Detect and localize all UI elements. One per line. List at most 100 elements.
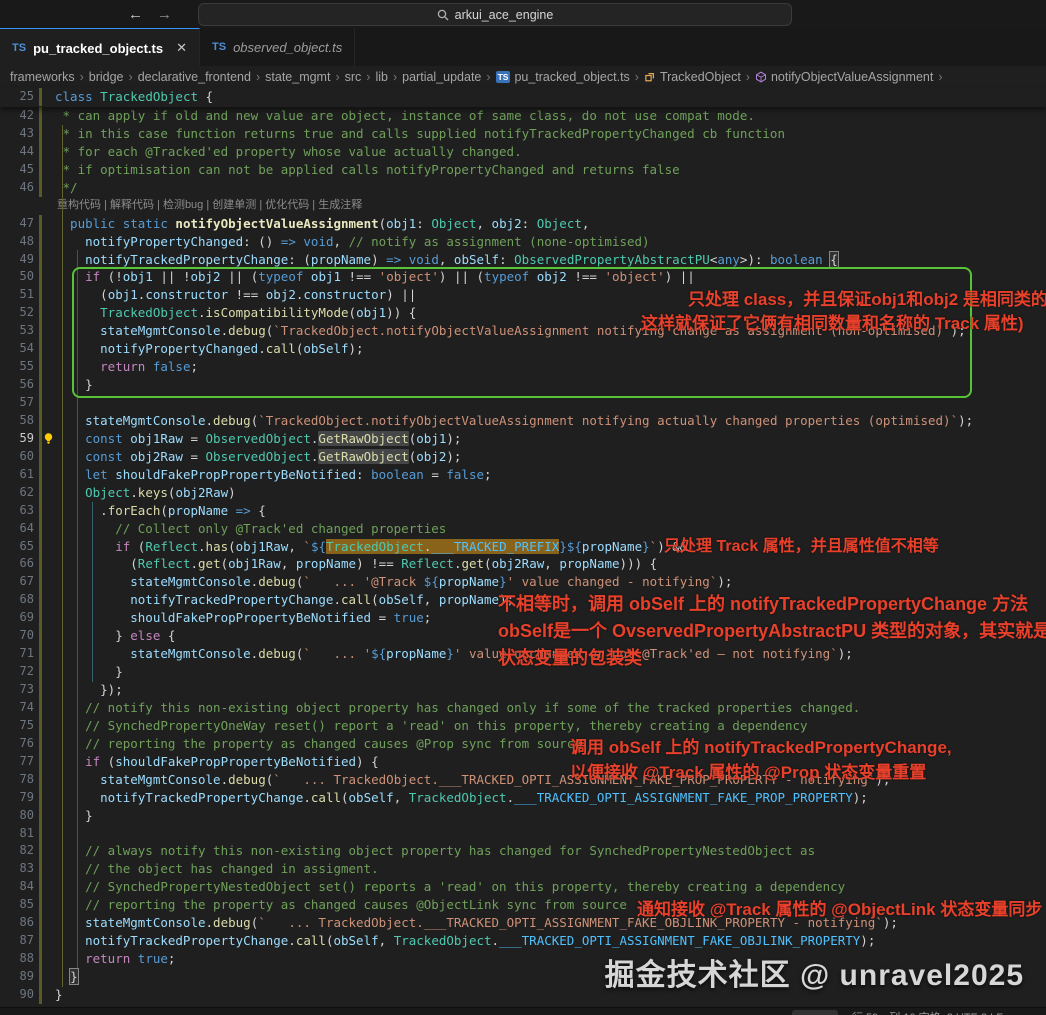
code-line[interactable]: 81 bbox=[0, 824, 1046, 843]
code-line[interactable]: 83 // the object has changed in assigmen… bbox=[0, 860, 1046, 879]
line-number[interactable]: 55 bbox=[0, 358, 34, 376]
line-number[interactable]: 81 bbox=[0, 825, 34, 843]
code-line[interactable]: 58 stateMgmtConsole.debug(`TrackedObject… bbox=[0, 411, 1046, 430]
code-line[interactable]: 80 } bbox=[0, 806, 1046, 825]
code-line[interactable]: 84 // SynchedPropertyNestedObject set() … bbox=[0, 878, 1046, 897]
line-number[interactable]: 67 bbox=[0, 573, 34, 591]
line-number[interactable]: 44 bbox=[0, 143, 34, 161]
breadcrumb-item[interactable]: src bbox=[345, 70, 362, 84]
code-line[interactable]: 48 notifyPropertyChanged: () => void, //… bbox=[0, 232, 1046, 251]
line-number[interactable]: 85 bbox=[0, 896, 34, 914]
code-line[interactable]: 63 .forEach(propName => { bbox=[0, 501, 1046, 520]
line-number[interactable]: 49 bbox=[0, 251, 34, 269]
codelens-actions[interactable]: 重构代码 | 解释代码 | 检测bug | 创建单测 | 优化代码 | 生成注释 bbox=[57, 197, 362, 215]
line-number[interactable]: 51 bbox=[0, 286, 34, 304]
line-number[interactable]: 87 bbox=[0, 932, 34, 950]
sticky-scroll-line[interactable]: 25 class TrackedObject { bbox=[0, 88, 1046, 107]
breadcrumb-item[interactable]: bridge bbox=[89, 70, 124, 84]
breadcrumb-item[interactable]: lib bbox=[375, 70, 388, 84]
line-number[interactable]: 66 bbox=[0, 555, 34, 573]
line-number[interactable]: 60 bbox=[0, 448, 34, 466]
close-tab-icon[interactable]: ✕ bbox=[176, 40, 187, 56]
line-number[interactable]: 89 bbox=[0, 968, 34, 986]
code-line[interactable]: 66 (Reflect.get(obj1Raw, propName) !== R… bbox=[0, 555, 1046, 574]
line-number[interactable]: 88 bbox=[0, 950, 34, 968]
tab-pu-tracked-object[interactable]: TS pu_tracked_object.ts ✕ bbox=[0, 28, 201, 67]
line-number[interactable]: 71 bbox=[0, 645, 34, 663]
code-line[interactable]: 44 * for each @Tracked'ed property whose… bbox=[0, 142, 1046, 161]
command-center-search[interactable]: arkui_ace_engine bbox=[198, 3, 792, 26]
status-bar: 行 59，列 10 空格: 2 UTF-8 LF bbox=[0, 1007, 1046, 1015]
line-number[interactable]: 57 bbox=[0, 394, 34, 412]
line-number[interactable]: 53 bbox=[0, 322, 34, 340]
code-line[interactable]: 60 const obj2Raw = ObservedObject.GetRaw… bbox=[0, 447, 1046, 466]
line-number[interactable]: 42 bbox=[0, 107, 34, 125]
line-number[interactable]: 56 bbox=[0, 376, 34, 394]
code-line[interactable]: 82 // always notify this non-existing ob… bbox=[0, 842, 1046, 861]
tab-observed-object[interactable]: TS observed_object.ts bbox=[200, 28, 356, 66]
breadcrumb-item[interactable]: partial_update bbox=[402, 70, 481, 84]
code-line[interactable]: 73 }); bbox=[0, 681, 1046, 699]
breadcrumb-file[interactable]: pu_tracked_object.ts bbox=[514, 70, 629, 84]
code-line[interactable]: 46 */ bbox=[0, 178, 1046, 197]
line-number[interactable]: 76 bbox=[0, 735, 34, 753]
line-number[interactable]: 73 bbox=[0, 681, 34, 699]
line-number[interactable]: 43 bbox=[0, 125, 34, 143]
code-line[interactable]: 42 * can apply if old and new value are … bbox=[0, 107, 1046, 125]
line-number[interactable]: 82 bbox=[0, 842, 34, 860]
line-number[interactable]: 77 bbox=[0, 753, 34, 771]
line-number[interactable]: 70 bbox=[0, 627, 34, 645]
git-modified-bar bbox=[39, 178, 42, 197]
line-number[interactable]: 64 bbox=[0, 520, 34, 538]
git-modified-bar bbox=[39, 716, 42, 735]
line-number[interactable]: 45 bbox=[0, 161, 34, 179]
line-number[interactable]: 74 bbox=[0, 699, 34, 717]
code-line[interactable]: 74 // notify this non-existing object pr… bbox=[0, 698, 1046, 717]
breadcrumb-class[interactable]: TrackedObject bbox=[660, 70, 741, 84]
back-arrow-icon[interactable]: ← bbox=[128, 6, 143, 23]
breadcrumb-item[interactable]: declarative_frontend bbox=[138, 70, 251, 84]
code-line[interactable]: 67 stateMgmtConsole.debug(` ... '@Track … bbox=[0, 573, 1046, 592]
breadcrumb-item[interactable]: state_mgmt bbox=[265, 70, 330, 84]
line-number[interactable]: 47 bbox=[0, 215, 34, 233]
line-number[interactable]: 65 bbox=[0, 538, 34, 556]
line-number[interactable]: 90 bbox=[0, 986, 34, 1004]
line-number[interactable]: 62 bbox=[0, 484, 34, 502]
line-number[interactable]: 72 bbox=[0, 663, 34, 681]
line-number[interactable]: 58 bbox=[0, 412, 34, 430]
line-number[interactable]: 61 bbox=[0, 466, 34, 484]
code-line[interactable]: 64 // Collect only @Track'ed changed pro… bbox=[0, 519, 1046, 538]
line-number[interactable]: 52 bbox=[0, 304, 34, 322]
code-line[interactable]: 43 * in this case function returns true … bbox=[0, 124, 1046, 143]
line-number[interactable]: 78 bbox=[0, 771, 34, 789]
code-line[interactable]: 49 notifyTrackedPropertyChange: (propNam… bbox=[0, 250, 1046, 269]
forward-arrow-icon[interactable]: → bbox=[157, 6, 172, 23]
code-text: stateMgmtConsole.debug(`TrackedObject.no… bbox=[55, 412, 974, 428]
line-number[interactable]: 54 bbox=[0, 340, 34, 358]
line-number[interactable]: 63 bbox=[0, 502, 34, 520]
line-number[interactable]: 80 bbox=[0, 807, 34, 825]
code-line[interactable]: 79 notifyTrackedPropertyChange.call(obSe… bbox=[0, 788, 1046, 807]
line-number[interactable]: 84 bbox=[0, 878, 34, 896]
code-line[interactable]: 87 notifyTrackedPropertyChange.call(obSe… bbox=[0, 932, 1046, 951]
line-number[interactable]: 83 bbox=[0, 860, 34, 878]
line-number[interactable]: 50 bbox=[0, 268, 34, 286]
breadcrumb-item[interactable]: frameworks bbox=[10, 70, 75, 84]
line-number[interactable]: 59 bbox=[0, 430, 34, 448]
line-number[interactable]: 69 bbox=[0, 609, 34, 627]
line-number[interactable]: 79 bbox=[0, 789, 34, 807]
tab-label: observed_object.ts bbox=[233, 39, 343, 55]
line-number[interactable]: 86 bbox=[0, 914, 34, 932]
line-number[interactable]: 75 bbox=[0, 717, 34, 735]
code-line[interactable]: 62 Object.keys(obj2Raw) bbox=[0, 483, 1046, 502]
breadcrumb-method[interactable]: notifyObjectValueAssignment bbox=[771, 70, 933, 84]
code-line[interactable]: 61 let shouldFakePropPropertyBeNotified:… bbox=[0, 465, 1046, 484]
line-number[interactable]: 48 bbox=[0, 233, 34, 251]
line-number[interactable]: 68 bbox=[0, 591, 34, 609]
code-line[interactable]: 47 public static notifyObjectValueAssign… bbox=[0, 214, 1046, 233]
line-number[interactable]: 46 bbox=[0, 179, 34, 197]
code-line[interactable]: 75 // SynchedPropertyOneWay reset() repo… bbox=[0, 716, 1046, 735]
code-line[interactable]: 59 const obj1Raw = ObservedObject.GetRaw… bbox=[0, 429, 1046, 448]
git-modified-bar bbox=[39, 142, 42, 161]
code-line[interactable]: 45 * if optimisation can not be applied … bbox=[0, 160, 1046, 179]
